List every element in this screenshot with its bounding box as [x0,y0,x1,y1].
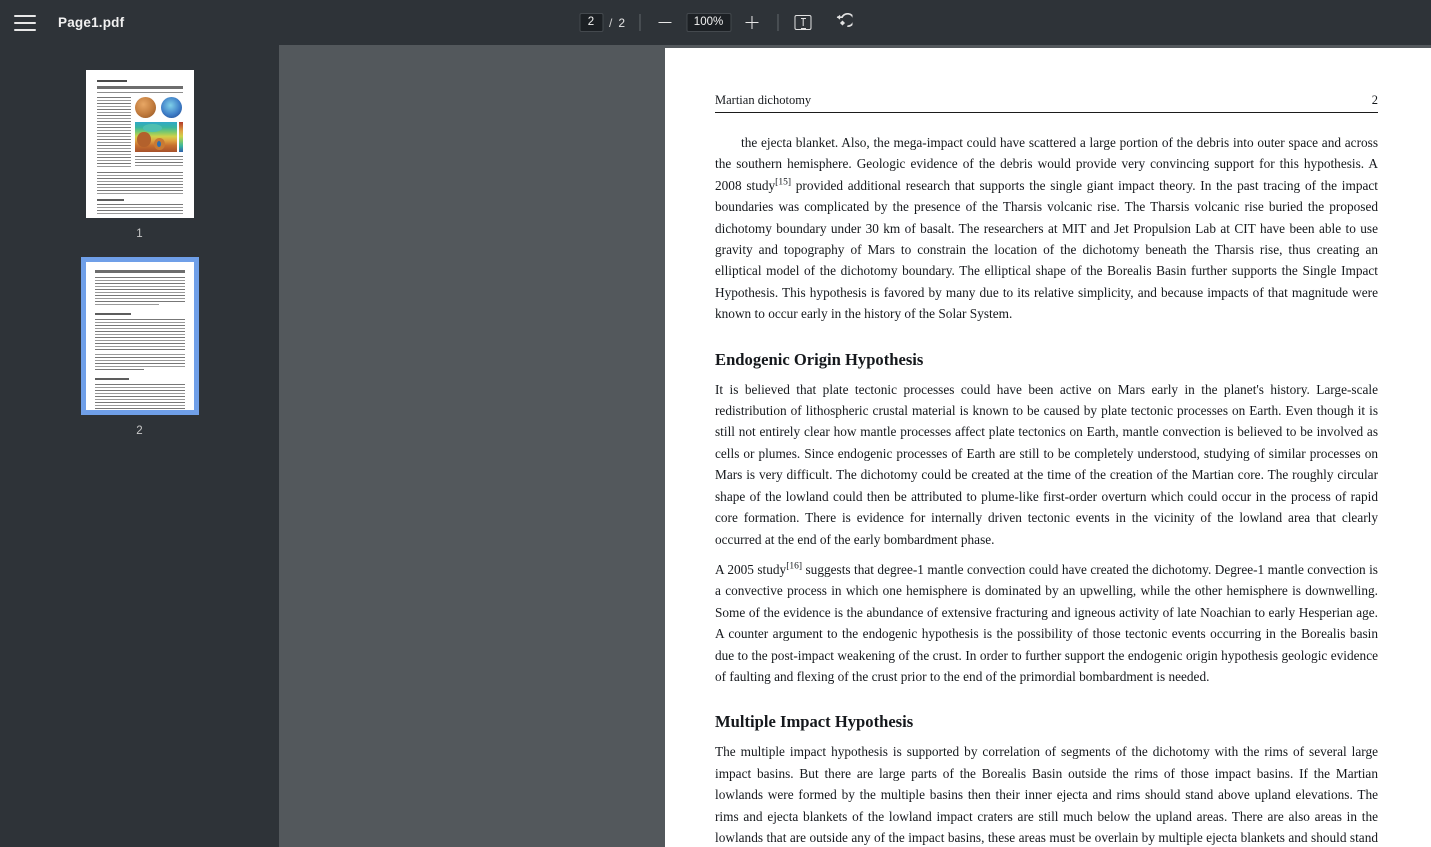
plus-icon [751,16,753,29]
citation-superscript: [15] [775,177,791,188]
section-heading: Endogenic Origin Hypothesis [715,349,924,369]
text-run: A 2005 study [715,561,787,577]
minus-icon [658,21,672,24]
citation-superscript: [16] [786,561,803,572]
rotate-counterclockwise-icon [836,12,853,27]
pdf-page: Martian dichotomy 2 the ejecta blanket. … [665,48,1431,847]
paragraph: A 2005 study[16] suggests that degree-1 … [715,559,1378,687]
thumbnail-label-2: 2 [136,425,143,437]
zoom-level-input[interactable]: 100% [686,13,732,32]
thumbnail-item-2[interactable]: 2 [0,257,279,437]
running-header: Martian dichotomy 2 [715,93,1378,113]
hamburger-bar [14,14,36,17]
pdf-viewer-window: Page1.pdf 2 / 2 100% 1 2 Martian dichoto… [0,0,1431,847]
thumbnail-sidebar[interactable]: 1 2 [0,45,279,847]
running-header-page-number: 2 [1371,93,1378,107]
paragraph: It is believed that plate tectonic proce… [715,379,1378,550]
toolbar-divider [639,14,641,31]
toolbar-center-controls: 2 / 2 100% [578,0,853,45]
running-header-title: Martian dichotomy [715,93,812,107]
document-title: Page1.pdf [58,15,125,30]
hamburger-menu-icon[interactable] [14,14,36,31]
thumbnail-preview-page-2 [85,262,194,410]
text-run: provided additional research that suppor… [715,177,1378,322]
total-pages-label: 2 [618,15,626,30]
toolbar-divider [777,14,779,31]
thumbnail-item-1[interactable]: 1 [0,70,279,240]
page-viewer-area[interactable]: Martian dichotomy 2 the ejecta blanket. … [279,45,1431,847]
text-run: It is believed that plate tectonic proce… [715,381,1378,547]
text-run: The multiple impact hypothesis is suppor… [715,744,1378,845]
document-body: the ejecta blanket. Also, the mega-impac… [715,132,1378,847]
fit-page-icon [794,15,812,30]
zoom-out-button[interactable] [654,12,676,34]
hamburger-bar [14,21,36,24]
toolbar: Page1.pdf 2 / 2 100% [0,0,1431,45]
zoom-in-button[interactable] [741,12,763,34]
text-run: suggests that degree-1 mantle convection… [715,561,1378,684]
thumbnail-frame-2[interactable] [80,257,199,415]
page-number-input[interactable]: 2 [578,13,603,32]
thumbnail-frame-1[interactable] [85,70,194,218]
fit-page-button[interactable] [792,12,814,34]
section-heading: Multiple Impact Hypothesis [715,712,914,732]
paragraph: The multiple impact hypothesis is suppor… [715,741,1378,847]
thumbnail-label-1: 1 [136,228,143,240]
rotate-button[interactable] [832,12,853,33]
thumbnail-preview-page-1 [88,73,191,215]
hamburger-bar [14,28,36,31]
page-separator: / [608,15,613,30]
paragraph: the ejecta blanket. Also, the mega-impac… [715,132,1378,325]
